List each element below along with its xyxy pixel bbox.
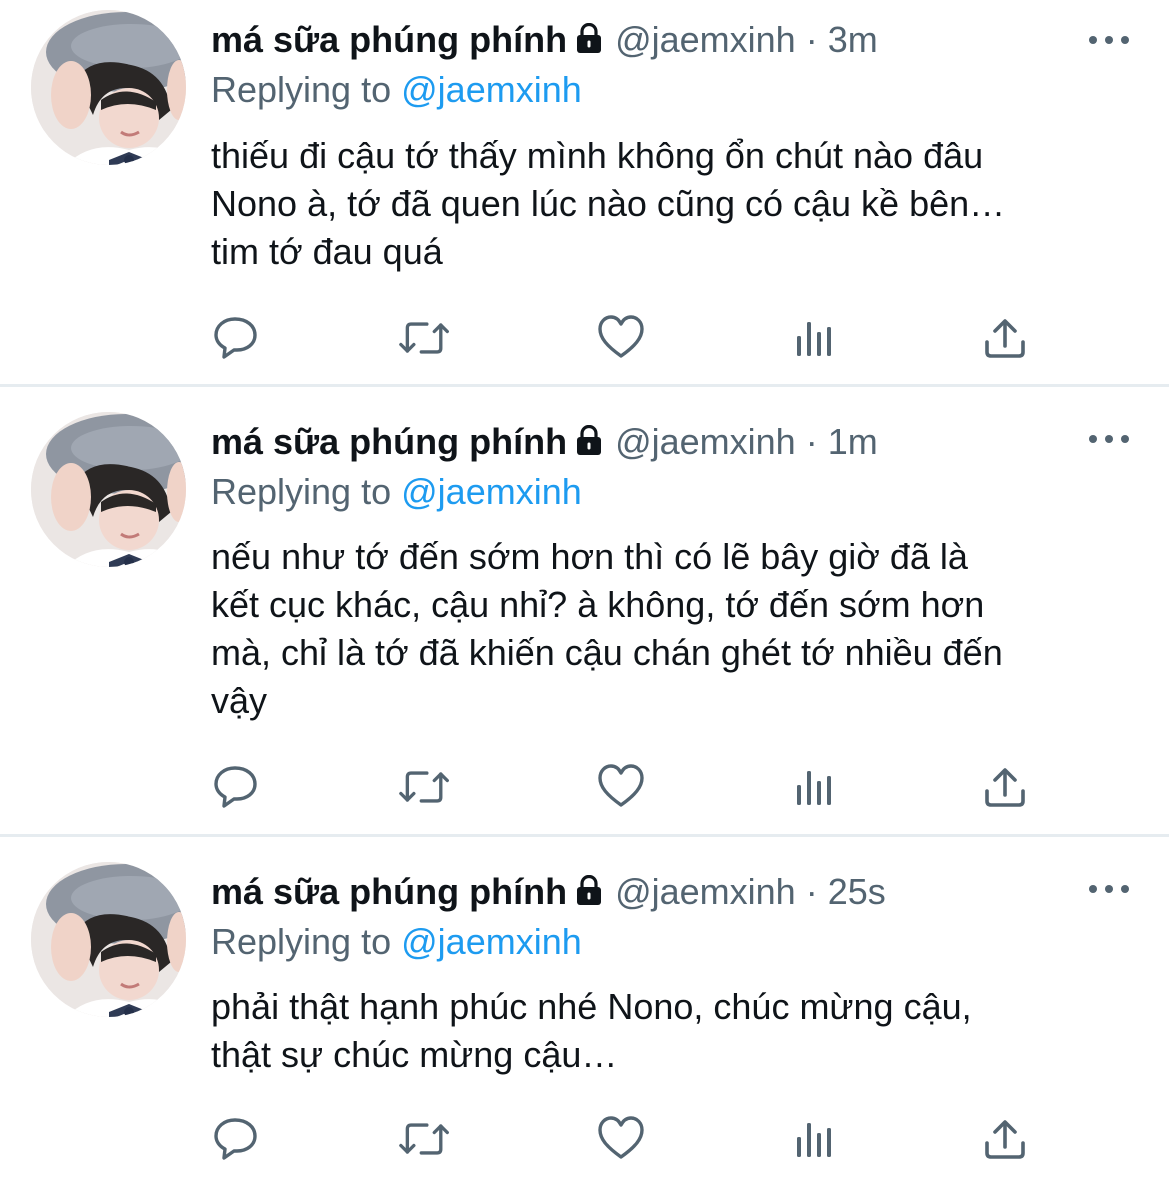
retweet-icon[interactable] bbox=[399, 1115, 451, 1163]
lock-icon bbox=[573, 21, 605, 65]
tweet[interactable]: má sữa phúng phính @jaemxinh · 3m Replyin… bbox=[0, 0, 1169, 385]
replying-prefix: Replying to bbox=[211, 921, 392, 962]
lock-icon bbox=[573, 873, 605, 917]
analytics-icon[interactable] bbox=[789, 763, 841, 811]
more-icon[interactable] bbox=[1089, 30, 1129, 50]
replying-to: Replying to @jaemxinh bbox=[211, 920, 582, 964]
avatar[interactable] bbox=[31, 862, 186, 1017]
tweet-actions bbox=[211, 1115, 1041, 1163]
share-icon[interactable] bbox=[979, 1115, 1031, 1163]
avatar[interactable] bbox=[31, 412, 186, 567]
tweet-time[interactable]: 3m bbox=[828, 19, 878, 60]
lock-icon bbox=[573, 423, 605, 467]
separator-dot: · bbox=[805, 871, 818, 912]
separator-dot: · bbox=[805, 421, 818, 462]
author-handle[interactable]: @jaemxinh bbox=[615, 19, 796, 60]
reply-icon[interactable] bbox=[211, 314, 263, 362]
tweet-time[interactable]: 25s bbox=[828, 871, 886, 912]
like-icon[interactable] bbox=[595, 763, 647, 811]
reply-icon[interactable] bbox=[211, 1115, 263, 1163]
author-handle[interactable]: @jaemxinh bbox=[615, 871, 796, 912]
replying-prefix: Replying to bbox=[211, 69, 392, 110]
analytics-icon[interactable] bbox=[789, 314, 841, 362]
separator-dot: · bbox=[805, 19, 818, 60]
reply-mention-link[interactable]: @jaemxinh bbox=[401, 921, 582, 962]
tweet-text: nếu như tớ đến sớm hơn thì có lẽ bây giờ… bbox=[211, 536, 1003, 721]
tweet-text: phải thật hạnh phúc nhé Nono, chúc mừng … bbox=[211, 986, 972, 1075]
share-icon[interactable] bbox=[979, 314, 1031, 362]
avatar[interactable] bbox=[31, 10, 186, 165]
tweet-header: má sữa phúng phính @jaemxinh · 25s bbox=[211, 870, 886, 914]
replying-to: Replying to @jaemxinh bbox=[211, 68, 582, 112]
tweet[interactable]: má sữa phúng phính @jaemxinh · 25s Replyi… bbox=[0, 837, 1169, 1191]
analytics-icon[interactable] bbox=[789, 1115, 841, 1163]
like-icon[interactable] bbox=[595, 1115, 647, 1163]
tweet-text: thiếu đi cậu tớ thấy mình không ổn chút … bbox=[211, 135, 1006, 272]
replying-prefix: Replying to bbox=[211, 471, 392, 512]
reply-mention-link[interactable]: @jaemxinh bbox=[401, 69, 582, 110]
retweet-icon[interactable] bbox=[399, 314, 451, 362]
tweet-actions bbox=[211, 314, 1041, 362]
replying-to: Replying to @jaemxinh bbox=[211, 470, 582, 514]
more-icon[interactable] bbox=[1089, 429, 1129, 449]
share-icon[interactable] bbox=[979, 763, 1031, 811]
author-name[interactable]: má sữa phúng phính bbox=[211, 19, 567, 60]
more-icon[interactable] bbox=[1089, 879, 1129, 899]
reply-icon[interactable] bbox=[211, 763, 263, 811]
author-name[interactable]: má sữa phúng phính bbox=[211, 421, 567, 462]
tweet[interactable]: má sữa phúng phính @jaemxinh · 1m Replyin… bbox=[0, 387, 1169, 835]
tweet-header: má sữa phúng phính @jaemxinh · 3m bbox=[211, 18, 878, 62]
tweet-header: má sữa phúng phính @jaemxinh · 1m bbox=[211, 420, 878, 464]
author-name[interactable]: má sữa phúng phính bbox=[211, 871, 567, 912]
retweet-icon[interactable] bbox=[399, 763, 451, 811]
tweet-actions bbox=[211, 763, 1041, 811]
tweet-time[interactable]: 1m bbox=[828, 421, 878, 462]
author-handle[interactable]: @jaemxinh bbox=[615, 421, 796, 462]
reply-mention-link[interactable]: @jaemxinh bbox=[401, 471, 582, 512]
like-icon[interactable] bbox=[595, 314, 647, 362]
